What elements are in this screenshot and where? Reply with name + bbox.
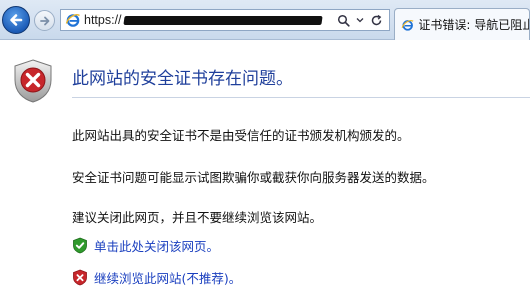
close-page-link[interactable]: 单击此处关闭该网页。	[94, 236, 219, 255]
forward-arrow-icon	[39, 16, 49, 25]
tab-label: 证书错误: 导航已阻止	[418, 18, 529, 32]
address-bar[interactable]: https://	[60, 9, 390, 31]
ie-icon	[65, 14, 80, 27]
refresh-icon[interactable]	[370, 14, 383, 27]
continue-to-website-link[interactable]: 继续浏览此网站(不推荐)。	[94, 268, 241, 287]
page-title: 此网站的安全证书存在问题。	[72, 69, 293, 89]
search-icon[interactable]	[337, 14, 350, 27]
warning-shield-icon	[14, 59, 52, 103]
back-button[interactable]	[2, 6, 30, 34]
continue-link-row[interactable]: 继续浏览此网站(不推荐)。	[72, 268, 241, 287]
dropdown-icon[interactable]	[356, 16, 364, 24]
title-divider	[72, 97, 530, 98]
address-url-prefix: https://	[84, 13, 122, 27]
address-url-redacted	[122, 15, 323, 25]
browser-toolbar: https:// 证书错误: 导航已阻止	[0, 0, 530, 40]
explanation-text: 此网站出具的安全证书不是由受信任的证书颁发机构颁发的。	[72, 128, 410, 143]
ie-icon	[401, 19, 414, 31]
red-shield-x-icon	[73, 269, 87, 286]
close-page-link-row[interactable]: 单击此处关闭该网页。	[72, 236, 219, 255]
forward-button[interactable]	[34, 10, 55, 31]
risk-text: 安全证书问题可能显示试图欺骗你或截获你向服务器发送的数据。	[72, 170, 435, 185]
recommendation-text: 建议关闭此网页，并且不要继续浏览该网站。	[72, 210, 323, 225]
back-arrow-icon	[10, 14, 23, 26]
green-shield-check-icon	[73, 237, 87, 254]
tab-certificate-error[interactable]: 证书错误: 导航已阻止	[394, 8, 530, 40]
